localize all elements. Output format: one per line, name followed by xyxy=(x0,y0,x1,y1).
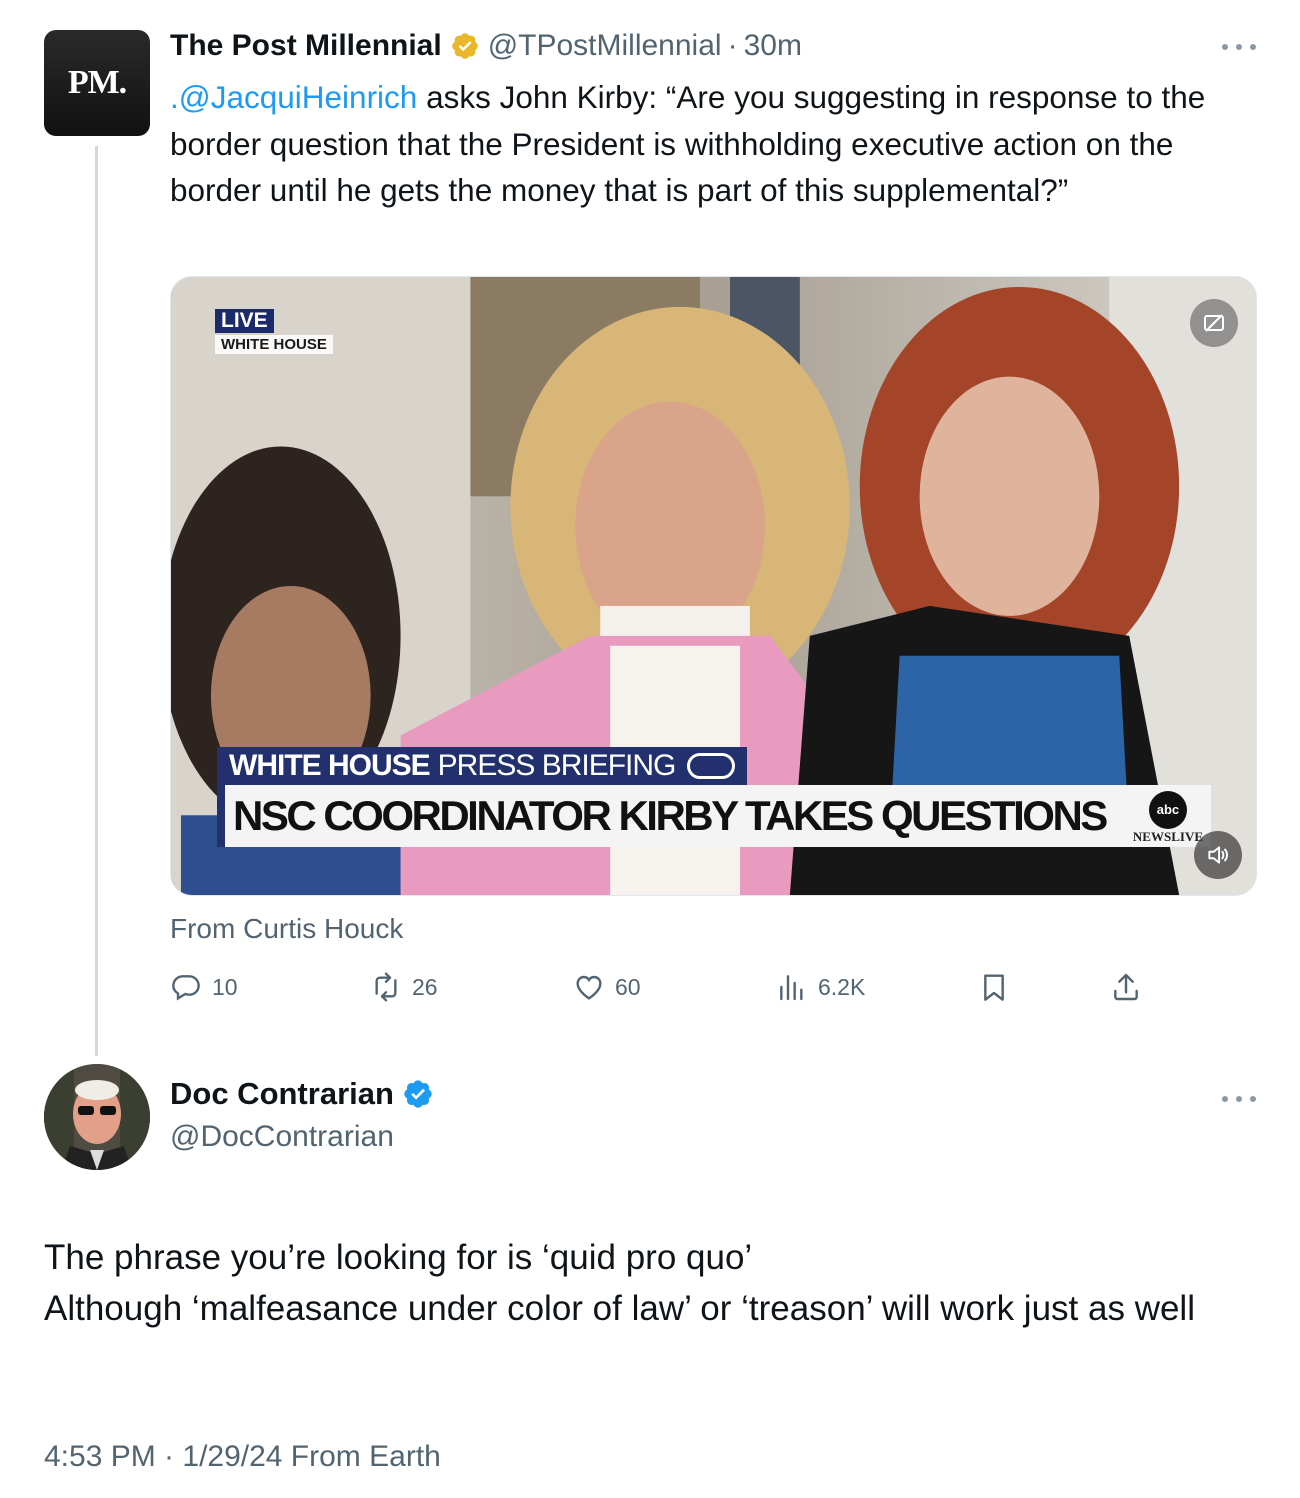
quoted-tweet-header: The Post Millennial @TPostMillennial · 3… xyxy=(170,26,802,66)
live-location: WHITE HOUSE xyxy=(215,335,333,354)
reply-text-line-2: Although ‘malfeasance under color of law… xyxy=(44,1289,1195,1328)
reply-icon xyxy=(172,975,200,1001)
repost-button[interactable]: 26 xyxy=(370,964,438,1010)
reply-text-line-1: The phrase you’re looking for is ‘quid p… xyxy=(44,1238,753,1277)
avatar-logo-text: PM. xyxy=(67,64,127,101)
thread-connector-line xyxy=(95,146,98,1056)
reply-author-name[interactable]: Doc Contrarian xyxy=(170,1076,394,1112)
views-count: 6.2K xyxy=(818,973,866,1000)
more-icon[interactable] xyxy=(1222,42,1256,52)
tweet-timestamp[interactable]: 4:53 PM · 1/29/24 From Earth xyxy=(44,1440,441,1474)
banner-rest: PRESS BRIEFING xyxy=(437,749,677,782)
like-icon xyxy=(576,975,602,1000)
verified-badge-icon xyxy=(451,33,478,59)
network-name: NEWSLIVE xyxy=(1132,829,1203,844)
white-house-seal-icon xyxy=(687,753,736,779)
tweet-actions: 10 26 60 6.2K xyxy=(170,964,1150,1010)
volume-icon[interactable] xyxy=(1194,831,1242,879)
like-count: 60 xyxy=(615,973,641,1000)
headline-strip: NSC COORDINATOR KIRBY TAKES QUESTIONS ab… xyxy=(217,785,1211,847)
abc-logo-icon: abc xyxy=(1148,791,1187,829)
captions-icon[interactable] xyxy=(1190,299,1238,347)
mention-link[interactable]: .@JacquiHeinrich xyxy=(170,79,417,115)
live-tag: LIVE xyxy=(215,309,274,333)
views-button[interactable]: 6.2K xyxy=(776,964,865,1010)
tweet-time[interactable]: 30m xyxy=(744,29,802,63)
network-logo: abc NEWSLIVE xyxy=(1133,791,1203,845)
reply-author-handle[interactable]: @DocContrarian xyxy=(170,1120,394,1154)
banner-strip: WHITE HOUSE PRESS BRIEFING xyxy=(217,747,748,785)
avatar-portrait-image xyxy=(44,1064,150,1170)
repost-icon xyxy=(375,972,397,1002)
video-attribution[interactable]: From Curtis Houck xyxy=(170,913,403,945)
share-icon xyxy=(1114,973,1138,1001)
broadcast-headline: NSC COORDINATOR KIRBY TAKES QUESTIONS xyxy=(233,792,1108,839)
more-icon[interactable] xyxy=(1222,1094,1256,1104)
banner-bold: WHITE HOUSE xyxy=(229,749,431,782)
post-millennial-avatar[interactable]: PM. xyxy=(44,30,150,136)
video-player[interactable]: LIVE WHITE HOUSE WHITE HOUSE PRESS BRIEF… xyxy=(170,276,1257,896)
reply-count: 10 xyxy=(212,973,238,1000)
reply-tweet-text: The phrase you’re looking for is ‘quid p… xyxy=(44,1232,1264,1334)
author-name[interactable]: The Post Millennial xyxy=(170,29,442,63)
doc-contrarian-avatar[interactable] xyxy=(44,1064,150,1170)
live-indicator: LIVE WHITE HOUSE xyxy=(215,309,333,354)
bookmark-icon xyxy=(984,974,1004,1001)
bookmark-button[interactable] xyxy=(978,964,1010,1010)
quoted-tweet-text: .@JacquiHeinrich asks John Kirby: “Are y… xyxy=(170,74,1260,214)
views-icon xyxy=(780,975,803,1001)
like-button[interactable]: 60 xyxy=(573,964,641,1010)
reply-button[interactable]: 10 xyxy=(170,964,238,1010)
reply-tweet-header: Doc Contrarian xyxy=(170,1076,442,1112)
share-button[interactable] xyxy=(1110,964,1142,1010)
repost-count: 26 xyxy=(412,973,438,1000)
verified-badge-icon xyxy=(404,1080,432,1108)
separator-dot: · xyxy=(727,29,738,62)
news-lower-third: WHITE HOUSE PRESS BRIEFING NSC COORDINAT… xyxy=(217,747,1211,847)
author-handle[interactable]: @TPostMillennial xyxy=(488,29,722,63)
